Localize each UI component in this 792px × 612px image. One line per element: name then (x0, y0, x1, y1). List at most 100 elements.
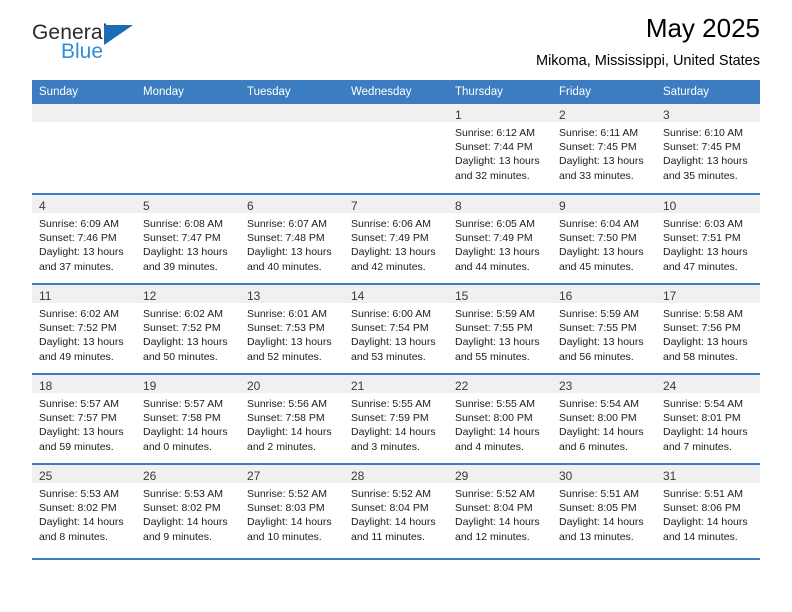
daylight-line-1: Daylight: 13 hours (663, 155, 748, 168)
sunset-line: Sunset: 8:06 PM (663, 502, 741, 515)
sunset-line: Sunset: 8:04 PM (351, 502, 429, 515)
daylight-line-2: and 49 minutes. (39, 350, 114, 363)
sunrise-line: Sunrise: 5:54 AM (559, 398, 639, 410)
calendar-day-cell[interactable]: 7 Sunrise: 6:06 AM Sunset: 7:49 PM Daylight… (344, 194, 448, 285)
calendar-day-cell[interactable]: 15 Sunrise: 5:59 AM Sunset: 7:55 PM Dayligh… (448, 284, 552, 375)
calendar-day-cell[interactable]: 5 Sunrise: 6:08 AM Sunset: 7:47 PM Daylight… (136, 194, 240, 285)
day-cell-inner: 14 Sunrise: 6:00 AM Sunset: 7:54 PM Dayligh… (344, 285, 448, 364)
sunset-line: Sunset: 7:49 PM (351, 232, 429, 245)
daylight-line-1: Daylight: 13 hours (455, 336, 540, 349)
calendar-day-cell[interactable]: 29 Sunrise: 5:52 AM Sunset: 8:04 PM Dayligh… (448, 464, 552, 560)
day-cell-inner: 2 Sunrise: 6:11 AM Sunset: 7:45 PM Daylight… (552, 104, 656, 183)
day-number-strip: 4 (32, 195, 136, 213)
day-details: Sunrise: 5:55 AM Sunset: 7:59 PM Daylight:… (344, 393, 448, 454)
day-number-strip: 26 (136, 465, 240, 483)
calendar-header: Sunday Monday Tuesday Wednesday Thursday Frid… (32, 80, 760, 104)
calendar-day-cell[interactable]: 9 Sunrise: 6:04 AM Sunset: 7:50 PM Daylight… (552, 194, 656, 285)
daylight-line-2: and 40 minutes. (247, 260, 322, 273)
day-details: Sunrise: 6:09 AM Sunset: 7:46 PM Daylight:… (32, 213, 136, 274)
sunrise-line: Sunrise: 6:08 AM (143, 218, 223, 230)
calendar-day-cell[interactable]: 18 Sunrise: 5:57 AM Sunset: 7:57 PM Dayligh… (32, 374, 136, 465)
page-subtitle: Mikoma, Mississippi, United States (535, 52, 760, 69)
daylight-line-1: Daylight: 14 hours (247, 426, 332, 439)
day-cell-inner: 30 Sunrise: 5:51 AM Sunset: 8:05 PM Dayligh… (552, 465, 656, 544)
calendar-day-cell[interactable]: 24 Sunrise: 5:54 AM Sunset: 8:01 PM Dayligh… (656, 374, 760, 465)
daylight-line-2: and 14 minutes. (663, 530, 738, 543)
day-cell-inner: 25 Sunrise: 5:53 AM Sunset: 8:02 PM Dayligh… (32, 465, 136, 544)
calendar-day-cell[interactable]: 1 Sunrise: 6:12 AM Sunset: 7:44 PM Daylight… (448, 104, 552, 195)
calendar-day-cell[interactable]: 22 Sunrise: 5:55 AM Sunset: 8:00 PM Dayligh… (448, 374, 552, 465)
calendar-day-cell[interactable]: 11 Sunrise: 6:02 AM Sunset: 7:52 PM Dayligh… (32, 284, 136, 375)
day-number-strip: 3 (656, 104, 760, 122)
calendar-day-cell[interactable]: 4 Sunrise: 6:09 AM Sunset: 7:46 PM Daylight… (32, 194, 136, 285)
sunset-line: Sunset: 7:50 PM (559, 232, 637, 245)
calendar-day-cell[interactable]: 10 Sunrise: 6:03 AM Sunset: 7:51 PM Dayligh… (656, 194, 760, 285)
day-number: 20 (247, 379, 261, 393)
daylight-line-1: Daylight: 14 hours (143, 516, 228, 529)
calendar-day-cell[interactable]: 14 Sunrise: 6:00 AM Sunset: 7:54 PM Dayligh… (344, 284, 448, 375)
daylight-line-2: and 45 minutes. (559, 260, 634, 273)
day-number: 5 (143, 199, 150, 213)
day-details: Sunrise: 6:00 AM Sunset: 7:54 PM Daylight:… (344, 303, 448, 364)
day-cell-inner: 17 Sunrise: 5:58 AM Sunset: 7:56 PM Dayligh… (656, 285, 760, 364)
calendar-day-cell[interactable]: 25 Sunrise: 5:53 AM Sunset: 8:02 PM Dayligh… (32, 464, 136, 560)
sunrise-line: Sunrise: 5:57 AM (39, 398, 119, 410)
day-details: Sunrise: 6:08 AM Sunset: 7:47 PM Daylight:… (136, 213, 240, 274)
daylight-line-1: Daylight: 13 hours (143, 246, 228, 259)
day-number-strip (32, 104, 136, 122)
daylight-line-1: Daylight: 13 hours (351, 246, 436, 259)
calendar-day-cell[interactable]: 30 Sunrise: 5:51 AM Sunset: 8:05 PM Dayligh… (552, 464, 656, 560)
day-number-strip: 31 (656, 465, 760, 483)
sunset-line: Sunset: 7:59 PM (351, 412, 429, 425)
sunrise-line: Sunrise: 6:11 AM (559, 127, 639, 139)
sunset-line: Sunset: 7:45 PM (663, 141, 741, 154)
day-cell-inner: 16 Sunrise: 5:59 AM Sunset: 7:55 PM Dayligh… (552, 285, 656, 364)
daylight-line-1: Daylight: 14 hours (455, 426, 540, 439)
calendar-day-cell[interactable]: 31 Sunrise: 5:51 AM Sunset: 8:06 PM Dayligh… (656, 464, 760, 560)
day-number: 14 (351, 289, 365, 303)
day-details: Sunrise: 5:52 AM Sunset: 8:04 PM Daylight:… (344, 483, 448, 544)
daylight-line-1: Daylight: 14 hours (39, 516, 124, 529)
sunset-line: Sunset: 7:58 PM (247, 412, 325, 425)
calendar-day-cell[interactable]: 16 Sunrise: 5:59 AM Sunset: 7:55 PM Dayligh… (552, 284, 656, 375)
calendar-day-cell[interactable]: 8 Sunrise: 6:05 AM Sunset: 7:49 PM Daylight… (448, 194, 552, 285)
calendar-day-cell[interactable]: 27 Sunrise: 5:52 AM Sunset: 8:03 PM Dayligh… (240, 464, 344, 560)
day-number: 2 (559, 108, 566, 122)
daylight-line-1: Daylight: 14 hours (143, 426, 228, 439)
weekday-header-row: Sunday Monday Tuesday Wednesday Thursday Frid… (32, 80, 760, 104)
logo-text-blue: Blue (61, 40, 104, 63)
calendar-day-cell[interactable]: 12 Sunrise: 6:02 AM Sunset: 7:52 PM Dayligh… (136, 284, 240, 375)
calendar-day-cell[interactable]: 3 Sunrise: 6:10 AM Sunset: 7:45 PM Daylight… (656, 104, 760, 195)
sunrise-line: Sunrise: 5:59 AM (559, 308, 639, 320)
sunset-line: Sunset: 8:03 PM (247, 502, 325, 515)
calendar-day-cell[interactable]: 21 Sunrise: 5:55 AM Sunset: 7:59 PM Dayligh… (344, 374, 448, 465)
day-details: Sunrise: 5:52 AM Sunset: 8:03 PM Daylight:… (240, 483, 344, 544)
daylight-line-2: and 11 minutes. (351, 530, 425, 543)
daylight-line-2: and 9 minutes. (143, 530, 212, 543)
sunset-line: Sunset: 8:02 PM (143, 502, 221, 515)
day-number-strip: 17 (656, 285, 760, 303)
day-cell-inner (344, 104, 448, 122)
day-cell-inner: 27 Sunrise: 5:52 AM Sunset: 8:03 PM Dayligh… (240, 465, 344, 544)
calendar-day-cell[interactable]: 19 Sunrise: 5:57 AM Sunset: 7:58 PM Dayligh… (136, 374, 240, 465)
daylight-line-1: Daylight: 13 hours (39, 426, 124, 439)
day-cell-inner: 21 Sunrise: 5:55 AM Sunset: 7:59 PM Dayligh… (344, 375, 448, 454)
calendar-day-cell[interactable]: 13 Sunrise: 6:01 AM Sunset: 7:53 PM Dayligh… (240, 284, 344, 375)
daylight-line-1: Daylight: 13 hours (455, 246, 540, 259)
day-number: 18 (39, 379, 53, 393)
generalblue-logo[interactable]: General Blue (32, 22, 232, 72)
calendar-day-cell[interactable]: 6 Sunrise: 6:07 AM Sunset: 7:48 PM Daylight… (240, 194, 344, 285)
day-details: Sunrise: 5:54 AM Sunset: 8:01 PM Daylight:… (656, 393, 760, 454)
calendar-day-cell[interactable]: 20 Sunrise: 5:56 AM Sunset: 7:58 PM Dayligh… (240, 374, 344, 465)
day-number: 11 (39, 289, 52, 303)
calendar-day-cell[interactable]: 23 Sunrise: 5:54 AM Sunset: 8:00 PM Dayligh… (552, 374, 656, 465)
day-number-strip: 13 (240, 285, 344, 303)
calendar-day-cell[interactable]: 2 Sunrise: 6:11 AM Sunset: 7:45 PM Daylight… (552, 104, 656, 195)
sunset-line: Sunset: 7:52 PM (143, 322, 221, 335)
calendar-day-cell[interactable]: 17 Sunrise: 5:58 AM Sunset: 7:56 PM Dayligh… (656, 284, 760, 375)
day-cell-inner: 20 Sunrise: 5:56 AM Sunset: 7:58 PM Dayligh… (240, 375, 344, 454)
day-number: 25 (39, 469, 53, 483)
calendar-day-cell[interactable]: 26 Sunrise: 5:53 AM Sunset: 8:02 PM Dayligh… (136, 464, 240, 560)
daylight-line-2: and 35 minutes. (663, 169, 738, 182)
calendar-day-cell[interactable]: 28 Sunrise: 5:52 AM Sunset: 8:04 PM Dayligh… (344, 464, 448, 560)
